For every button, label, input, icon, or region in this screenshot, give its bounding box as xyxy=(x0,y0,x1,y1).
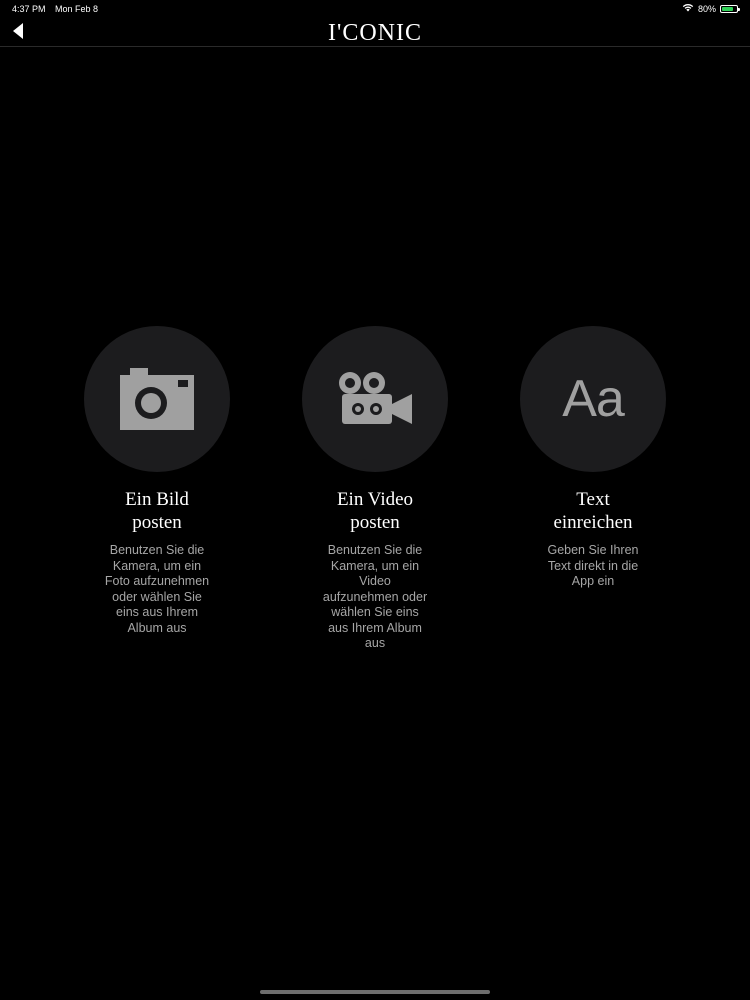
status-date: Mon Feb 8 xyxy=(55,4,99,14)
wifi-icon xyxy=(682,3,694,14)
text-icon: Aa xyxy=(562,370,625,428)
option-submit-text[interactable]: Aa Text einreichen Geben Sie Ihren Text … xyxy=(508,326,678,590)
option-description: Geben Sie Ihren Text direkt in die App e… xyxy=(547,543,639,588)
option-title: Ein Video posten xyxy=(336,489,414,533)
option-title: Ein Bild posten xyxy=(125,489,189,533)
option-post-video[interactable]: Ein Video posten Benutzen Sie die Kamera… xyxy=(290,326,460,652)
status-time: 4:37 PM xyxy=(12,4,46,14)
battery-percent: 80% xyxy=(697,3,716,14)
navigation-bar: I'CONIC xyxy=(0,18,750,47)
status-bar: 4:37 PM Mon Feb 8 80% xyxy=(0,0,750,18)
camera-icon xyxy=(120,368,194,430)
option-description: Benutzen Sie die Kamera, um ein Foto auf… xyxy=(104,543,210,635)
option-circle[interactable] xyxy=(302,326,448,472)
option-post-image[interactable]: Ein Bild posten Benutzen Sie die Kamera,… xyxy=(72,326,242,636)
option-description: Benutzen Sie die Kamera, um ein Video au… xyxy=(322,543,428,650)
option-circle[interactable]: Aa xyxy=(520,326,666,472)
option-title: Text einreichen xyxy=(553,489,633,533)
status-indicators: 80% xyxy=(682,3,740,14)
home-indicator[interactable] xyxy=(260,990,490,994)
battery-level xyxy=(722,6,734,11)
battery-icon xyxy=(720,4,740,13)
app-logo-title: I'CONIC xyxy=(328,20,422,46)
option-circle[interactable] xyxy=(84,326,230,472)
video-camera-icon xyxy=(339,372,412,424)
